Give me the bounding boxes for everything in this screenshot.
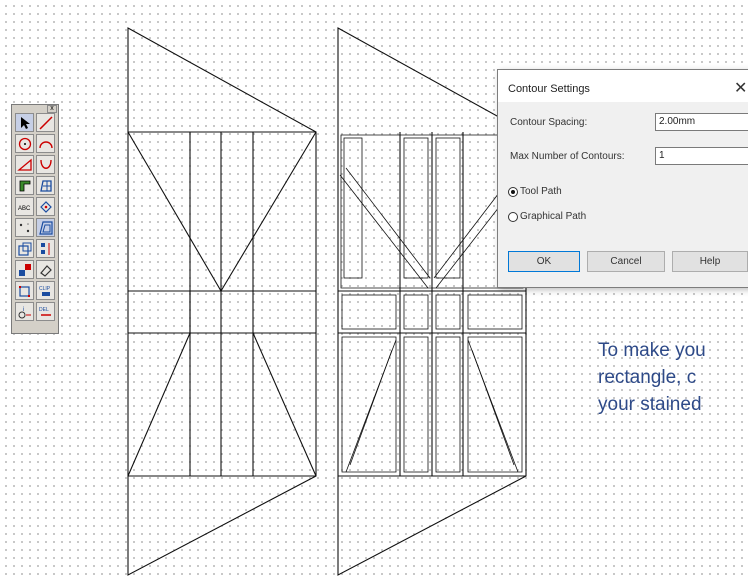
circle-tool[interactable] — [15, 134, 34, 153]
contour-settings-dialog: Contour Settings ✕ Contour Spacing: 2.00… — [497, 69, 748, 288]
instruction-line-3: your stained — [598, 394, 702, 415]
select-arrow-tool[interactable] — [15, 113, 34, 132]
fill-pattern-tool[interactable] — [36, 176, 55, 195]
rotate-icon — [39, 200, 52, 213]
instruction-line-2: rectangle, c — [598, 367, 697, 388]
fill-pattern-icon — [39, 179, 52, 192]
tool-palette: x ABC CLIP i DEL — [11, 104, 59, 334]
dialog-title: Contour Settings — [508, 83, 590, 95]
circle-icon — [18, 137, 31, 150]
node-tool[interactable] — [15, 218, 34, 237]
clip-icon: CLIP — [39, 286, 51, 296]
line-tool[interactable] — [36, 113, 55, 132]
node-icon — [19, 222, 29, 232]
max-contours-input[interactable]: 1 — [655, 147, 748, 165]
text-icon: ABC — [18, 206, 31, 212]
color-tool[interactable] — [15, 260, 34, 279]
curve-icon — [39, 159, 52, 169]
svg-text:DEL: DEL — [39, 307, 49, 313]
text-tool[interactable]: ABC — [15, 197, 34, 216]
triangle-tool[interactable] — [15, 155, 34, 174]
radio-graphical-path-button[interactable] — [508, 211, 518, 222]
group-tool[interactable] — [15, 239, 34, 258]
svg-text:ABC: ABC — [18, 206, 31, 212]
radio-tool-path-label: Tool Path — [520, 186, 562, 197]
contour-tool[interactable] — [36, 218, 55, 237]
instruction-text: To make you rectangle, c your stained — [598, 337, 748, 418]
transform-tool[interactable] — [15, 281, 34, 300]
ok-button[interactable]: OK — [508, 251, 580, 272]
curve-tool[interactable] — [36, 155, 55, 174]
eraser-tool[interactable] — [36, 260, 55, 279]
palette-close-button[interactable]: x — [47, 105, 57, 113]
contour-spacing-input[interactable]: 2.00mm — [655, 113, 748, 131]
close-icon[interactable]: ✕ — [734, 78, 747, 98]
max-contours-label: Max Number of Contours: — [510, 151, 625, 162]
instruction-line-1: To make you — [598, 340, 706, 361]
cancel-button[interactable]: Cancel — [587, 251, 665, 272]
align-tool[interactable] — [36, 239, 55, 258]
triangle-icon — [16, 158, 32, 171]
radio-graphical-path-label: Graphical Path — [520, 211, 587, 222]
offset-tool[interactable] — [15, 176, 34, 195]
arc-tool[interactable] — [36, 134, 55, 153]
select-arrow-icon — [20, 116, 30, 129]
delete-icon: DEL — [39, 307, 51, 316]
info-tool[interactable]: i — [15, 302, 34, 321]
left-window-design[interactable] — [127, 27, 317, 576]
radio-tool-path-button[interactable] — [508, 186, 518, 197]
arc-icon — [38, 140, 53, 148]
radio-graphical-path[interactable]: Graphical Path — [508, 211, 586, 222]
dialog-titlebar[interactable]: Contour Settings ✕ — [498, 70, 748, 102]
delete-tool[interactable]: DEL — [36, 302, 55, 321]
radio-tool-path[interactable]: Tool Path — [508, 186, 562, 197]
contour-icon — [38, 220, 53, 235]
help-button[interactable]: Help — [672, 251, 748, 272]
align-icon — [40, 242, 49, 255]
svg-text:CLIP: CLIP — [39, 286, 51, 292]
color-icon — [18, 263, 31, 276]
offset-icon — [19, 180, 30, 191]
line-icon — [38, 115, 53, 130]
group-icon — [17, 242, 31, 256]
rotate-tool[interactable] — [36, 197, 55, 216]
contour-spacing-label: Contour Spacing: — [510, 117, 588, 128]
info-icon: i — [18, 307, 31, 318]
transform-icon — [18, 285, 30, 297]
clip-tool[interactable]: CLIP — [36, 281, 55, 300]
eraser-icon — [39, 264, 52, 277]
